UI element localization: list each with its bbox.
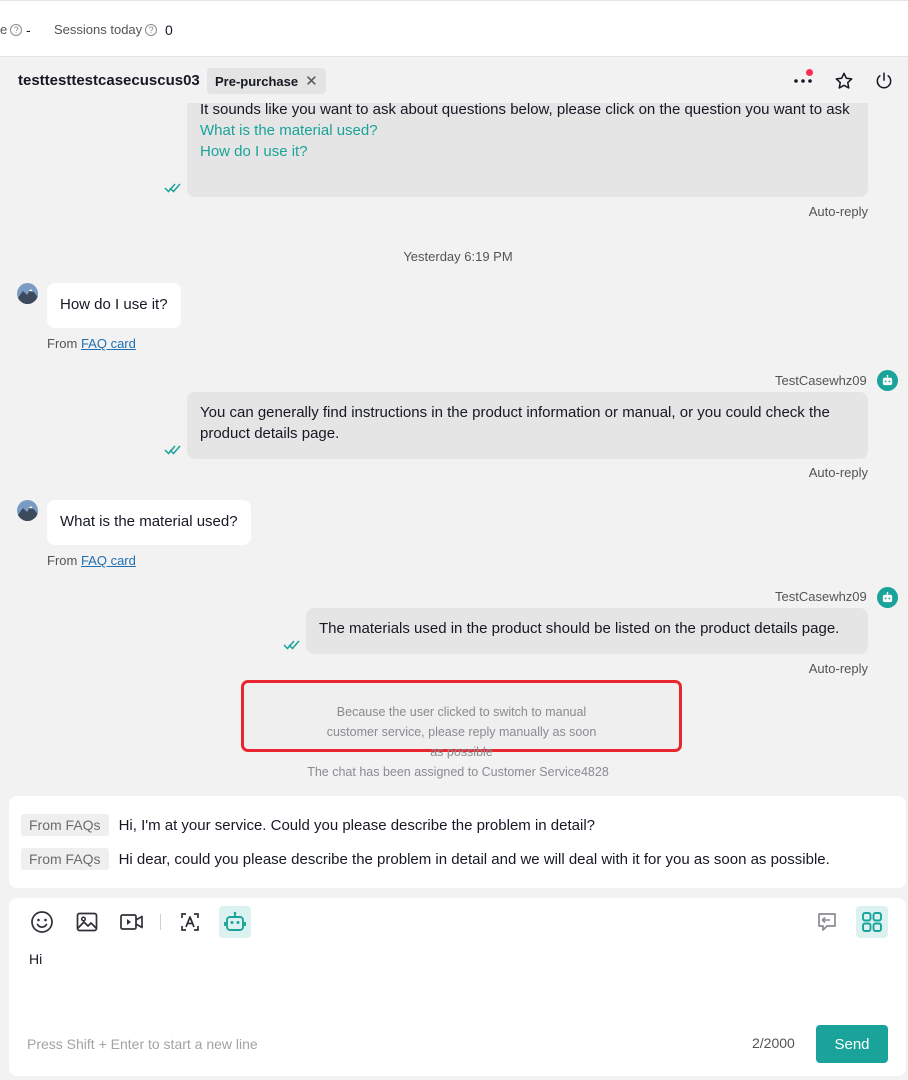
help-icon[interactable]: ? [10,23,23,36]
message-bubble-outgoing: The materials used in the product should… [306,608,868,654]
star-icon[interactable] [832,69,856,93]
system-notice-text: Because the user clicked to switch to ma… [326,705,597,759]
faq-suggestion-text: Hi, I'm at your service. Could you pleas… [118,816,595,834]
sessions-today-text: Sessions today [54,22,143,37]
auto-reply-label: Auto-reply [808,661,868,676]
emoji-icon[interactable] [26,906,58,938]
stat-cut-label: e ? [0,22,23,37]
customer-avatar [17,283,38,304]
grid-icon[interactable] [856,906,888,938]
system-notice: Because the user clicked to switch to ma… [241,680,682,759]
chat-header: testtesttestcasecuscus03 Pre-purchase ✕ [0,57,908,103]
reply-icon[interactable] [811,906,843,938]
tag-label: Pre-purchase [215,73,299,89]
message-text: What is the material used? [60,513,238,530]
message-text: You can generally find instructions in t… [200,404,830,442]
message-bubble-outgoing: It sounds like you want to ask about que… [187,103,868,197]
close-icon[interactable]: ✕ [305,72,318,90]
read-check-icon [164,183,181,193]
customer-name: testtesttestcasecuscus03 [18,72,200,89]
source-prefix: From [47,553,81,568]
faq-suggestion[interactable]: From FAQs Hi dear, could you please desc… [21,848,830,870]
robot-avatar-icon [877,370,898,391]
faq-question-link[interactable]: What is the material used? [200,120,855,141]
message-editor: Hi Press Shift + Enter to start a new li… [9,898,906,1076]
source-prefix: From [47,336,81,351]
robot-icon[interactable] [219,906,251,938]
message-timestamp: Yesterday 6:19 PM [403,249,513,264]
message-list[interactable]: It sounds like you want to ask about que… [0,103,908,793]
character-counter: 2/2000 [752,1035,795,1051]
auto-reply-label: Auto-reply [808,465,868,480]
message-text: The materials used in the product should… [319,620,840,637]
faq-suggestions: From FAQs Hi, I'm at your service. Could… [9,796,906,888]
robot-avatar-icon [877,587,898,608]
message-bubble-incoming: How do I use it? [47,283,181,328]
send-button[interactable]: Send [816,1025,888,1063]
faq-card-link[interactable]: FAQ card [81,553,136,568]
stat-cut-value: - [26,22,31,38]
input-hint: Press Shift + Enter to start a new line [27,1036,258,1052]
faq-question-link[interactable]: How do I use it? [200,141,855,162]
message-bubble-outgoing: You can generally find instructions in t… [187,392,868,459]
customer-avatar [17,500,38,521]
agent-name: TestCasewhz09 [775,589,867,604]
stats-bar: e ? - Sessions today ? 0 [0,0,908,57]
sessions-today-value: 0 [165,22,173,38]
pre-purchase-tag: Pre-purchase ✕ [207,68,326,94]
read-check-icon [283,640,300,650]
image-icon[interactable] [71,906,103,938]
faq-suggestion[interactable]: From FAQs Hi, I'm at your service. Could… [21,814,595,836]
faq-suggestion-text: Hi dear, could you please describe the p… [118,850,830,868]
message-text: It sounds like you want to ask about que… [200,103,850,118]
message-input[interactable]: Hi [29,951,42,967]
notification-dot [806,69,813,76]
auto-reply-label: Auto-reply [808,204,868,219]
agent-name: TestCasewhz09 [775,373,867,388]
help-icon[interactable]: ? [145,23,158,36]
faq-source-tag: From FAQs [21,814,109,836]
power-icon[interactable] [872,69,896,93]
toolbar-divider [160,914,161,930]
assigned-notice: The chat has been assigned to Customer S… [307,765,609,779]
message-source: From FAQ card [47,553,136,568]
read-check-icon [164,445,181,455]
message-source: From FAQ card [47,336,136,351]
faq-source-tag: From FAQs [21,848,109,870]
video-icon[interactable] [116,906,148,938]
message-bubble-incoming: What is the material used? [47,500,251,545]
stat-cut-text: e [0,22,8,37]
translate-icon[interactable] [174,906,206,938]
sessions-today-label: Sessions today ? [54,22,158,37]
more-icon[interactable] [791,69,815,93]
message-text: How do I use it? [60,296,168,313]
faq-card-link[interactable]: FAQ card [81,336,136,351]
